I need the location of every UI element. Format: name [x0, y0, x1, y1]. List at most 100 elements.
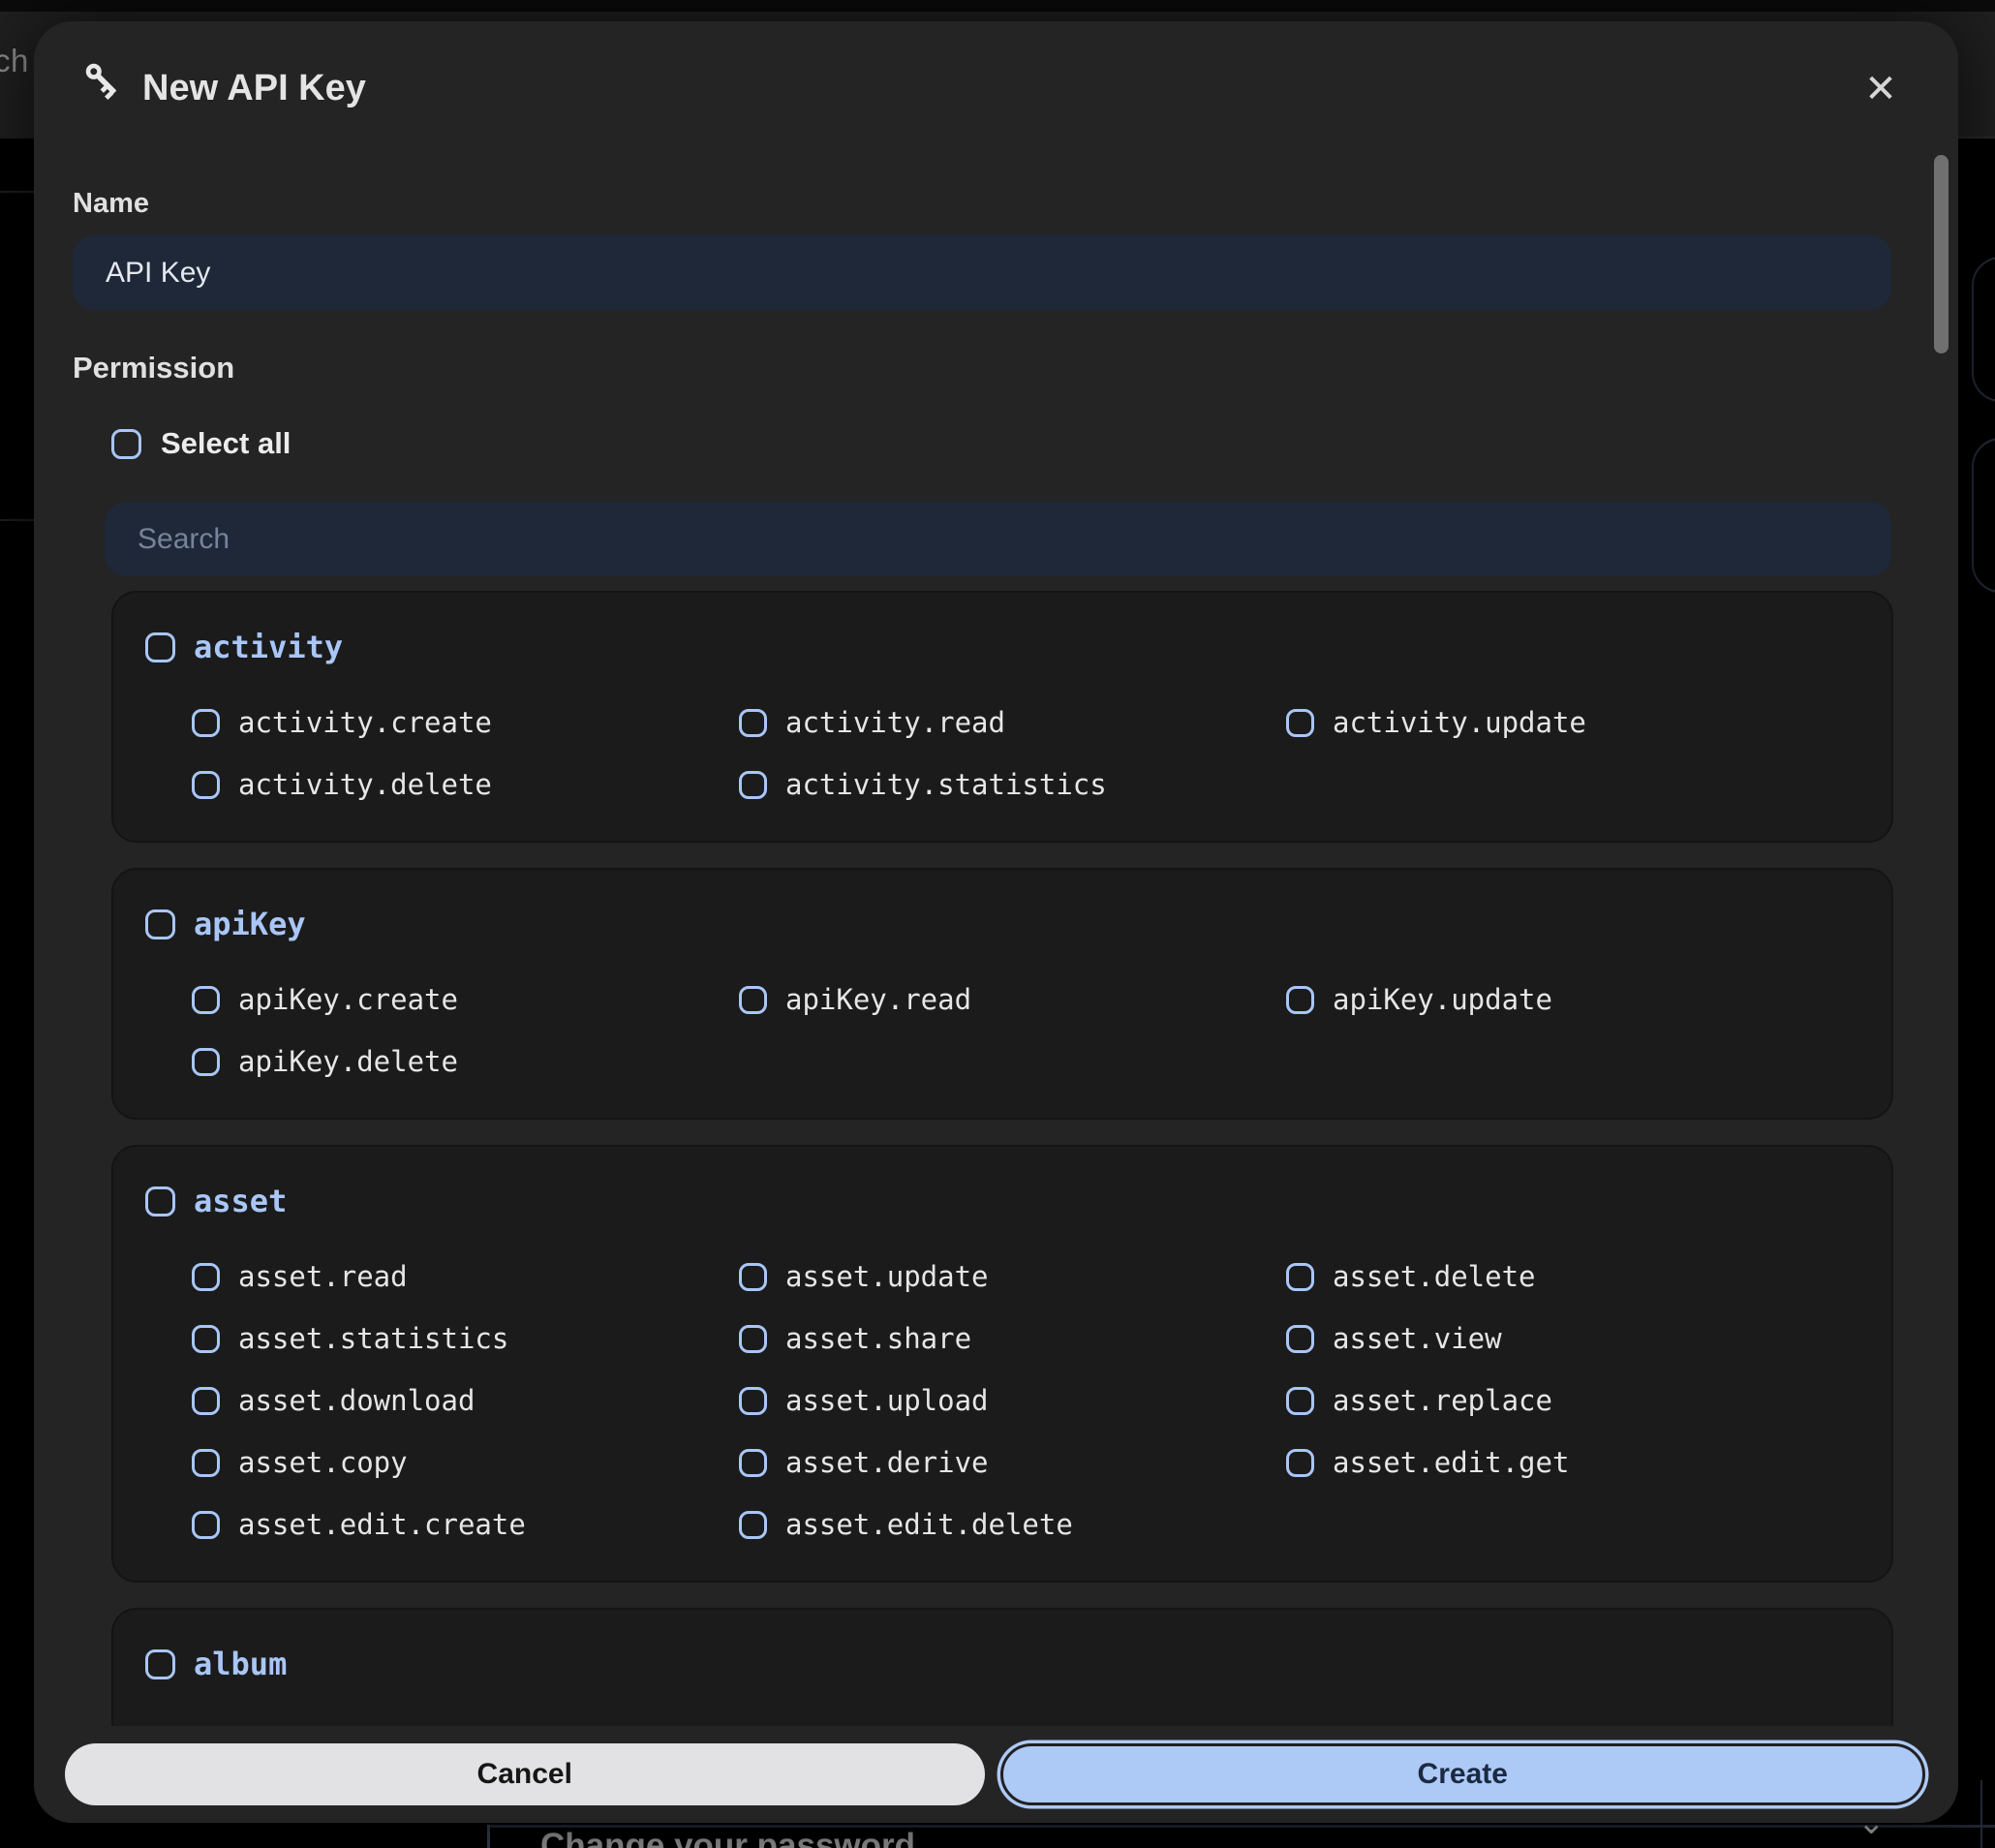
permission-checkbox[interactable] [192, 1511, 220, 1539]
permission-checkbox[interactable] [192, 1048, 220, 1076]
permission-checkbox[interactable] [1286, 1449, 1314, 1477]
cancel-button[interactable]: Cancel [65, 1743, 985, 1805]
permission-group: asset asset.read asset.update asset.dele… [111, 1145, 1893, 1583]
select-all-row: Select all [111, 426, 291, 461]
permission-label: activity.update [1333, 706, 1586, 739]
background-divider [1980, 1780, 1982, 1848]
permission-label: apiKey.read [785, 983, 971, 1016]
search-input[interactable] [105, 502, 1891, 576]
group-checkbox[interactable] [145, 1649, 175, 1679]
permission-item: asset.update [739, 1246, 1286, 1308]
permission-item: asset.share [739, 1308, 1286, 1370]
permission-checkbox[interactable] [739, 1449, 767, 1477]
close-icon[interactable]: ✕ [1854, 62, 1908, 116]
permission-item: apiKey.update [1286, 969, 1833, 1031]
permission-label: asset.statistics [238, 1322, 508, 1355]
permission-checkbox[interactable] [739, 709, 767, 737]
name-label: Name [73, 188, 149, 220]
permission-checkbox[interactable] [739, 1387, 767, 1415]
permission-label: apiKey.delete [238, 1045, 458, 1078]
permission-item: activity.delete [192, 754, 739, 816]
permission-checkbox[interactable] [192, 771, 220, 799]
permission-label: asset.delete [1333, 1260, 1536, 1293]
permission-item: activity.update [1286, 692, 1833, 754]
permission-label: asset.download [238, 1384, 475, 1417]
permission-item: asset.statistics [192, 1308, 739, 1370]
permission-label: Permission [73, 351, 234, 385]
permission-group-header: album [145, 1643, 1862, 1685]
select-all-checkbox[interactable] [111, 429, 141, 459]
scrollbar-thumb[interactable] [1934, 155, 1949, 354]
permission-checkbox[interactable] [739, 1511, 767, 1539]
permission-group-header: apiKey [145, 903, 1862, 945]
permission-label: activity.create [238, 706, 492, 739]
permission-groups-scroll-area: activity activity.create activity.read a… [34, 579, 1958, 1726]
permission-item: activity.statistics [739, 754, 1286, 816]
permission-item: asset.edit.delete [739, 1494, 1286, 1555]
permission-item: asset.copy [192, 1432, 739, 1494]
group-title: activity [194, 629, 343, 665]
permission-item: apiKey.delete [192, 1031, 739, 1093]
background-panel-outline [1972, 438, 1995, 593]
dialog-footer: Cancel Create [34, 1726, 1958, 1823]
background-divider [487, 1825, 490, 1848]
permission-checkbox[interactable] [1286, 986, 1314, 1014]
background-top-strip [0, 0, 1995, 12]
select-all-label: Select all [161, 426, 291, 461]
permission-checkbox[interactable] [192, 1263, 220, 1291]
group-checkbox[interactable] [145, 909, 175, 939]
permission-item: asset.view [1286, 1308, 1833, 1370]
permission-group: apiKey apiKey.create apiKey.read apiKey.… [111, 868, 1893, 1120]
permission-checkbox[interactable] [192, 709, 220, 737]
dialog-title: New API Key [142, 68, 366, 109]
permission-label: activity.delete [238, 768, 492, 801]
permission-item: asset.upload [739, 1370, 1286, 1432]
permission-label: asset.upload [785, 1384, 989, 1417]
permission-item: asset.download [192, 1370, 739, 1432]
background-divider [0, 519, 35, 521]
permission-label: asset.edit.get [1333, 1446, 1569, 1479]
screen: ch y Change your password ⌄ New API Key … [0, 0, 1995, 1848]
permission-checkbox[interactable] [1286, 1387, 1314, 1415]
permission-checkbox[interactable] [192, 1325, 220, 1353]
group-checkbox[interactable] [145, 632, 175, 662]
permission-label: asset.update [785, 1260, 989, 1293]
permission-item: apiKey.create [192, 969, 739, 1031]
name-input[interactable] [73, 235, 1891, 310]
permission-checkbox[interactable] [1286, 1325, 1314, 1353]
permission-label: asset.read [238, 1260, 408, 1293]
key-icon [80, 58, 125, 103]
permission-group-header: activity [145, 626, 1862, 668]
background-panel-outline [1972, 257, 1995, 402]
background-divider [1958, 137, 1995, 139]
group-checkbox[interactable] [145, 1186, 175, 1217]
permission-checkbox[interactable] [192, 1387, 220, 1415]
permission-item: apiKey.read [739, 969, 1286, 1031]
permission-item: asset.replace [1286, 1370, 1833, 1432]
permission-label: asset.copy [238, 1446, 408, 1479]
permission-checkbox[interactable] [739, 1263, 767, 1291]
group-title: apiKey [194, 906, 306, 942]
permission-checkbox[interactable] [1286, 709, 1314, 737]
permission-items-grid: apiKey.create apiKey.read apiKey.update … [192, 969, 1862, 1093]
permission-label: activity.read [785, 706, 1005, 739]
permission-checkbox[interactable] [1286, 1263, 1314, 1291]
group-title: asset [194, 1183, 287, 1219]
background-divider [0, 191, 35, 193]
permission-checkbox[interactable] [192, 986, 220, 1014]
permission-checkbox[interactable] [739, 986, 767, 1014]
permission-checkbox[interactable] [192, 1449, 220, 1477]
new-api-key-dialog: New API Key ✕ Name Permission Select all… [34, 21, 1958, 1823]
permission-label: apiKey.create [238, 983, 458, 1016]
permission-label: asset.share [785, 1322, 971, 1355]
create-button[interactable]: Create [1000, 1743, 1926, 1805]
permission-item: activity.create [192, 692, 739, 754]
permission-label: apiKey.update [1333, 983, 1552, 1016]
group-title: album [194, 1646, 287, 1682]
permission-label: asset.edit.delete [785, 1508, 1073, 1541]
permission-items-grid: asset.read asset.update asset.delete ass… [192, 1246, 1862, 1555]
permission-checkbox[interactable] [739, 771, 767, 799]
permission-label: asset.replace [1333, 1384, 1552, 1417]
permission-item: asset.edit.get [1286, 1432, 1833, 1494]
permission-checkbox[interactable] [739, 1325, 767, 1353]
